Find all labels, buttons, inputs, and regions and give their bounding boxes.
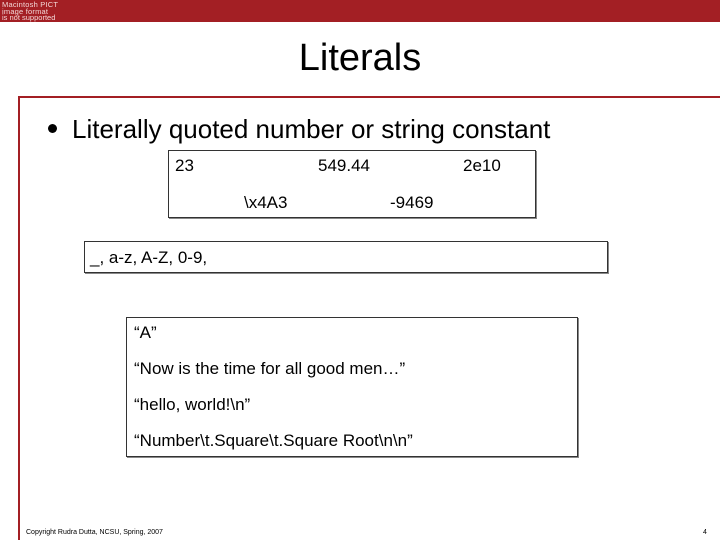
bullet-text: Literally quoted number or string consta… [72,114,551,144]
number-2e10: 2e10 [463,156,501,175]
numbers-box: 23 549.44 2e10 \x4A3 -9469 [168,150,536,218]
footer-copyright: Copyright Rudra Dutta, NCSU, Spring, 200… [26,529,163,536]
string-literal-3: “hello, world!\n” [134,395,251,414]
frame-top-rule [18,96,720,98]
string-literal-4: “Number\t.Square\t.Square Root\n\n” [134,431,413,450]
number-549-44: 549.44 [318,156,370,175]
strings-box: “A” “Now is the time for all good men…” … [126,317,578,457]
logo-line-3: is not supported [2,13,56,22]
string-literal-2: “Now is the time for all good men…” [134,359,406,378]
slide-title: Literals [298,37,422,79]
pict-placeholder-logo: Macintosh PICT image format is not suppo… [0,0,128,22]
number-hex: \x4A3 [244,193,288,212]
identifier-chars-text: _, a-z, A-Z, 0-9, [90,248,208,267]
number-23: 23 [175,156,194,175]
top-banner [128,0,720,22]
identifier-chars-box: _, a-z, A-Z, 0-9, [84,241,608,273]
number-negative: -9469 [390,193,434,212]
string-literal-1: “A” [134,323,157,342]
bullet-dot-icon [48,124,57,133]
page-number: 4 [703,529,707,536]
frame-left-rule [18,96,20,540]
